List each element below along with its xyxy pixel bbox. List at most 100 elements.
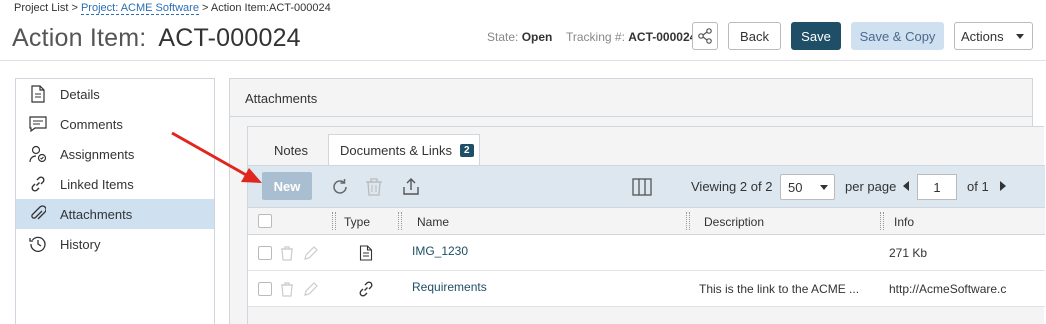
panel-title: Attachments [245, 91, 318, 106]
page-title-label: Action Item: [12, 24, 147, 52]
column-header-info[interactable]: Info [894, 215, 914, 229]
tab-notes[interactable]: Notes [274, 134, 308, 166]
comment-icon [28, 114, 48, 134]
prev-page-icon[interactable] [903, 181, 909, 191]
per-page-value: 50 [788, 179, 803, 195]
refresh-icon [333, 179, 347, 194]
attachment-name-link[interactable]: IMG_1230 [412, 244, 469, 258]
sidebar-item-details[interactable]: Details [16, 79, 214, 109]
actions-label: Actions [961, 28, 1004, 44]
attachment-name-link[interactable]: Requirements [412, 280, 487, 294]
page-title-number: ACT-000024 [158, 24, 301, 52]
row-checkbox[interactable] [258, 282, 272, 296]
sidebar-item-attachments[interactable]: Attachments [16, 199, 214, 229]
breadcrumb-sep: > [198, 2, 211, 14]
column-resize-handle[interactable] [880, 212, 884, 230]
tab-label: Documents & Links [340, 143, 452, 158]
paperclip-icon [28, 204, 48, 224]
sidebar-item-label: Comments [60, 116, 123, 132]
export-icon [403, 178, 419, 195]
sidebar-item-label: Details [60, 86, 100, 102]
row-checkbox[interactable] [258, 246, 272, 260]
viewing-range: 2 of 2 [739, 179, 773, 194]
chevron-down-icon [820, 185, 828, 190]
trash-icon[interactable] [280, 245, 294, 261]
document-icon [28, 84, 48, 104]
save-button[interactable]: Save [791, 22, 841, 50]
select-all-checkbox[interactable] [258, 214, 272, 228]
breadcrumb-project-list[interactable]: Project List [14, 2, 68, 14]
user-assign-icon [28, 144, 48, 164]
next-page-icon[interactable] [1000, 181, 1006, 191]
column-header-description[interactable]: Description [704, 215, 764, 229]
pencil-icon[interactable] [303, 281, 319, 297]
history-icon [28, 234, 48, 254]
link-icon [28, 174, 48, 194]
column-resize-handle[interactable] [686, 212, 690, 230]
file-icon [359, 245, 373, 261]
breadcrumb-project-link[interactable]: Project: ACME Software [80, 2, 199, 15]
refresh-button[interactable] [328, 175, 352, 199]
export-button[interactable] [399, 175, 423, 199]
breadcrumb-current: Action Item:ACT-000024 [210, 2, 331, 14]
tab-documents-links[interactable]: Documents & Links 2 [328, 134, 480, 166]
attachments-grid-container: Notes Documents & Links 2 New Viewing 2 … [247, 126, 1045, 324]
sidebar-item-linked-items[interactable]: Linked Items [16, 169, 214, 199]
state-label: State: [487, 30, 519, 44]
sidebar-item-comments[interactable]: Comments [16, 109, 214, 139]
tracking-indicator: Tracking #: ACT-000024 [566, 30, 696, 44]
viewing-count: Viewing 2 of 2 [691, 179, 772, 194]
attachment-description: This is the link to the ACME ... [699, 282, 860, 296]
trash-icon[interactable] [280, 281, 294, 297]
table-header: Type Name Description Info [248, 207, 1045, 235]
chevron-down-icon [1016, 34, 1024, 39]
attachment-info: http://AcmeSoftware.c [889, 282, 1007, 296]
delete-button[interactable] [362, 175, 386, 199]
save-copy-button[interactable]: Save & Copy [851, 22, 944, 50]
count-badge: 2 [460, 144, 474, 157]
attachments-panel: Attachments Notes Documents & Links 2 Ne… [229, 78, 1045, 324]
column-header-name[interactable]: Name [417, 215, 449, 229]
of-label: of [967, 179, 982, 194]
pencil-icon[interactable] [303, 245, 319, 261]
sidebar-item-label: Assignments [60, 146, 135, 162]
grid-toolbar: New Viewing 2 of 2 50 per page 1 of 1 [248, 165, 1045, 207]
sidebar-item-assignments[interactable]: Assignments [16, 139, 214, 169]
new-button[interactable]: New [262, 172, 312, 200]
breadcrumb-sep: > [68, 2, 81, 14]
per-page-label: per page [845, 179, 897, 194]
sidebar-item-label: History [60, 236, 101, 252]
header-divider [0, 60, 1046, 61]
page-total: of 1 [967, 179, 989, 194]
back-button[interactable]: Back [728, 22, 781, 50]
share-icon [698, 28, 712, 44]
tracking-label: Tracking #: [566, 30, 625, 44]
columns-button[interactable] [630, 175, 654, 199]
page-total-value: 1 [981, 179, 989, 194]
per-page-select[interactable]: 50 [780, 174, 835, 200]
column-resize-handle[interactable] [398, 212, 402, 230]
sidebar-item-label: Linked Items [60, 176, 134, 192]
share-button[interactable] [692, 22, 718, 50]
table-row: IMG_1230 271 Kb [248, 235, 1045, 271]
actions-dropdown[interactable]: Actions [954, 22, 1033, 50]
trash-icon [366, 178, 382, 196]
sidebar-item-history[interactable]: History [16, 229, 214, 259]
attachment-name-cell: IMG_1230 [412, 244, 469, 258]
column-resize-handle[interactable] [332, 212, 336, 230]
page-title: Action Item: ACT-000024 [12, 24, 301, 53]
viewing-prefix: Viewing [691, 179, 740, 194]
page-number-input[interactable]: 1 [917, 174, 957, 200]
breadcrumb: Project List > Project: ACME Software > … [14, 2, 331, 15]
table-row: Requirements This is the link to the ACM… [248, 271, 1045, 307]
attachment-name-cell: Requirements [412, 280, 487, 294]
state-value: Open [521, 30, 553, 44]
panel-divider [230, 116, 1032, 117]
column-header-type[interactable]: Type [344, 215, 370, 229]
link-icon [359, 281, 373, 297]
sidebar-nav: Details Comments Assignments Linked Item… [15, 78, 215, 324]
columns-icon [632, 178, 652, 196]
sidebar-item-label: Attachments [60, 206, 133, 222]
state-indicator: State: Open [487, 30, 552, 44]
attachment-info: 271 Kb [889, 246, 928, 260]
